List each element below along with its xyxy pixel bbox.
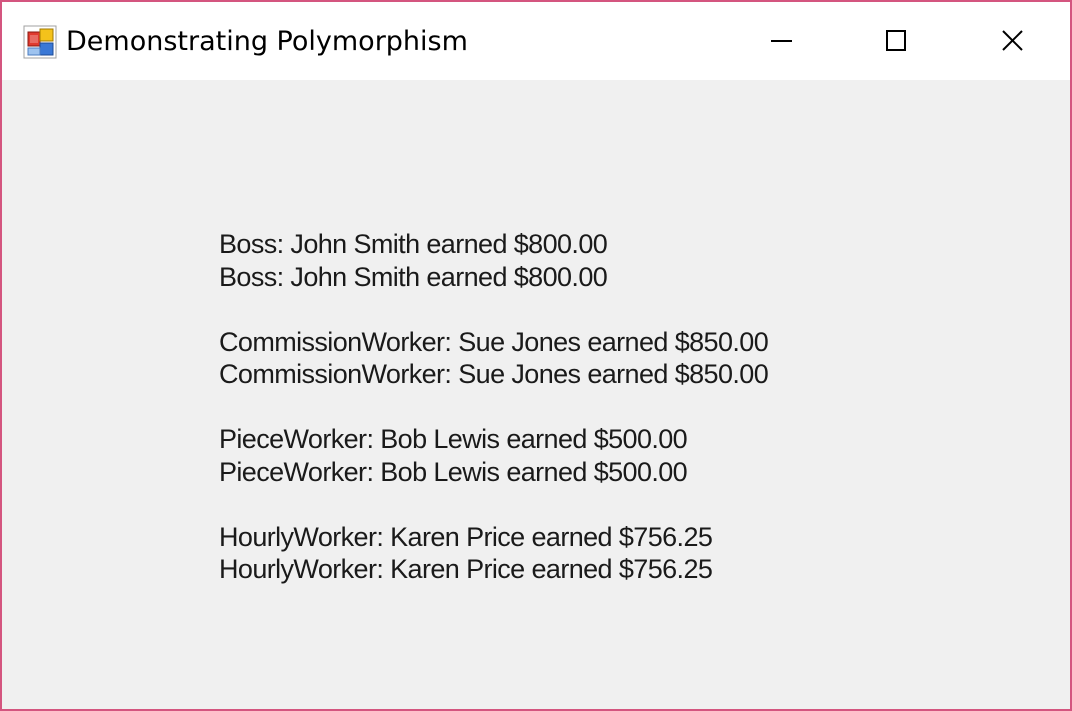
output-group-boss: Boss: John Smith earned $800.00 Boss: Jo… [219, 228, 768, 293]
window-title: Demonstrating Polymorphism [66, 26, 468, 57]
form-client-area: Boss: John Smith earned $800.00 Boss: Jo… [2, 80, 1070, 709]
output-group-piece-worker: PieceWorker: Bob Lewis earned $500.00 Pi… [219, 423, 768, 488]
output-line: PieceWorker: Bob Lewis earned $500.00 [219, 424, 688, 454]
output-group-commission-worker: CommissionWorker: Sue Jones earned $850.… [219, 326, 769, 391]
output-line: Boss: John Smith earned $800.00 [219, 261, 608, 292]
minimize-icon [771, 40, 792, 42]
app-icon[interactable] [23, 25, 57, 59]
output-line: CommissionWorker: Sue Jones earned $850.… [219, 359, 769, 389]
app-window: Demonstrating Polymorphism Boss: John Sm… [0, 0, 1072, 711]
output-label: Boss: John Smith earned $800.00 Boss: Jo… [219, 228, 769, 586]
close-button[interactable] [955, 2, 1070, 80]
output-group-hourly-worker: HourlyWorker: Karen Price earned $756.25… [219, 521, 768, 586]
maximize-button[interactable] [839, 2, 955, 80]
maximize-icon [886, 30, 906, 51]
output-line: HourlyWorker: Karen Price earned $756.25 [219, 521, 713, 552]
output-line: CommissionWorker: Sue Jones earned $850.… [219, 326, 769, 357]
close-icon [1002, 30, 1023, 51]
minimize-button[interactable] [723, 2, 839, 80]
output-line: PieceWorker: Bob Lewis earned $500.00 [219, 456, 688, 487]
output-line: Boss: John Smith earned $800.00 [219, 229, 608, 259]
output-line: HourlyWorker: Karen Price earned $756.25 [219, 554, 713, 584]
title-bar[interactable]: Demonstrating Polymorphism [2, 2, 1070, 80]
